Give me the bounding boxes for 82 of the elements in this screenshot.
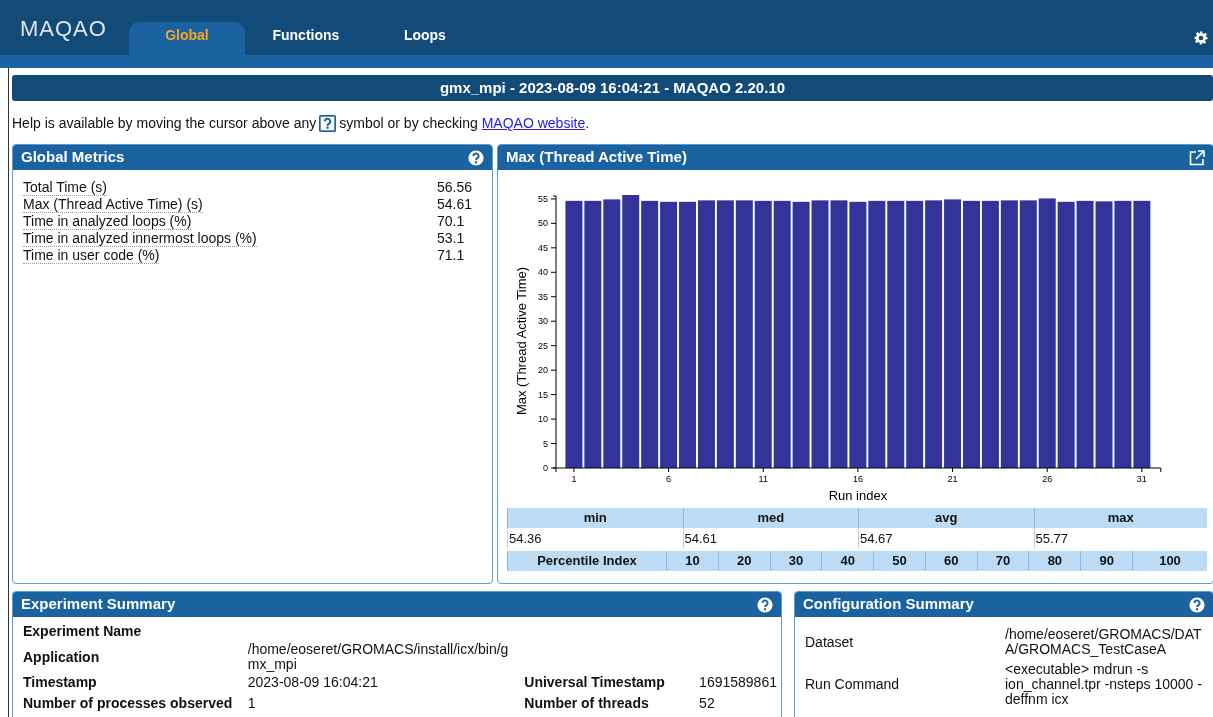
field-label: Universal Timestamp [523,673,666,692]
y-tick-label: 20 [538,365,548,376]
column-header: 100 [1132,551,1207,571]
logo: MAQAO [19,15,108,43]
field-value: 52 [698,694,716,713]
help-text: symbol or by checking MAQAO website. [339,114,590,133]
help-text: Help is available by moving the cursor above any [12,114,317,133]
panel-title: Configuration Summary [803,594,974,615]
metric-value: 53.1 [437,230,466,247]
field-label: Timestamp [22,673,98,692]
report-title: gmx_mpi - 2023-08-09 16:04:21 - MAQAO 2.20.10 [12,75,1213,101]
column-header: Percentile Index [507,551,667,571]
help-icon[interactable] [468,149,484,166]
y-tick-label: 5 [543,438,548,449]
y-tick-label: 0 [543,463,548,473]
external-link-icon[interactable] [1189,149,1205,166]
column-header: 50 [873,551,926,571]
field-label: Number of processes observed [22,694,234,713]
panel-title: Max (Thread Active Time) [506,147,687,168]
nav-tab[interactable]: Loops [366,22,483,55]
nav-tab[interactable]: Functions [247,22,364,55]
table-cell: 54.61 [683,527,859,548]
metric-label: Total Time (s) [23,179,107,196]
panel-title: Experiment Summary [21,594,176,615]
field-value: /home/eoseret/GROMACS/install/icx/bin/gmx_mpi [246,642,510,672]
column-header: 30 [770,551,822,571]
table-cell: 54.67 [858,527,1034,548]
column-header: 60 [925,551,978,571]
y-tick-label: 15 [538,389,548,400]
field-label: Run Command [804,675,901,694]
field-value: 2023-08-09 16:04:21 [237,672,515,693]
metric-value: 54.61 [437,196,474,213]
x-axis-title: Run index [828,488,888,503]
column-header: 10 [666,551,719,571]
y-tick-label: 25 [538,340,548,351]
metric-label: Max (Thread Active Time) (s) [23,196,203,213]
field-value: /home/eoseret/GROMACS/DATA/GROMACS_TestCaseA [1004,625,1203,659]
column-header: min [507,508,683,528]
metric-label: Time in analyzed loops (%) [23,213,192,230]
metric-label: Time in analyzed innermost loops (%) [23,230,257,247]
x-tick-label: 11 [758,474,768,484]
website-link[interactable]: MAQAO website [481,115,586,131]
metric-value: 71.1 [437,247,466,264]
x-tick-label: 16 [852,474,863,484]
y-tick-label: 55 [538,193,548,204]
settings-icon[interactable] [1194,31,1208,46]
metric-value: 70.1 [437,213,466,230]
help-icon[interactable] [757,596,773,613]
field-label: Number of threads [523,694,650,713]
metric-label: Time in user code (%) [23,247,160,264]
y-tick-label: 45 [538,242,548,253]
column-header: med [683,508,859,528]
column-header: max [1034,508,1207,528]
y-tick-label: 50 [538,218,548,229]
panel-title: Global Metrics [21,147,125,168]
column-header: 90 [1080,551,1133,571]
field-value: 1691589861 [698,673,778,692]
field-value: <executable> mdrun -s ion_channel.tpr -nsteps 10000 -deffnm icx [1004,662,1203,707]
y-axis-title: Max (Thread Active Time) [514,266,529,416]
column-header: avg [858,508,1034,528]
table-cell: 54.36 [507,527,683,548]
table-cell: 55.77 [1034,527,1207,548]
metric-value: 56.56 [437,179,474,196]
y-tick-label: 40 [538,267,548,278]
x-tick-label: 31 [1136,474,1147,484]
help-icon[interactable] [1189,596,1205,613]
column-header: 70 [977,551,1029,571]
column-header: 20 [718,551,771,571]
field-label: Experiment Name [22,622,143,641]
x-tick-label: 1 [571,474,577,484]
y-tick-label: 35 [538,291,548,302]
field-label: Application [22,647,101,667]
column-header: 80 [1028,551,1081,571]
column-header: 40 [821,551,874,571]
x-tick-label: 6 [666,474,672,484]
x-tick-label: 21 [947,474,958,484]
x-tick-label: 26 [1042,474,1053,484]
y-tick-label: 30 [538,316,548,327]
y-tick-label: 10 [538,414,548,425]
field-value: 1 [246,694,257,713]
field-label: Dataset [804,632,855,652]
help-icon [319,115,337,132]
